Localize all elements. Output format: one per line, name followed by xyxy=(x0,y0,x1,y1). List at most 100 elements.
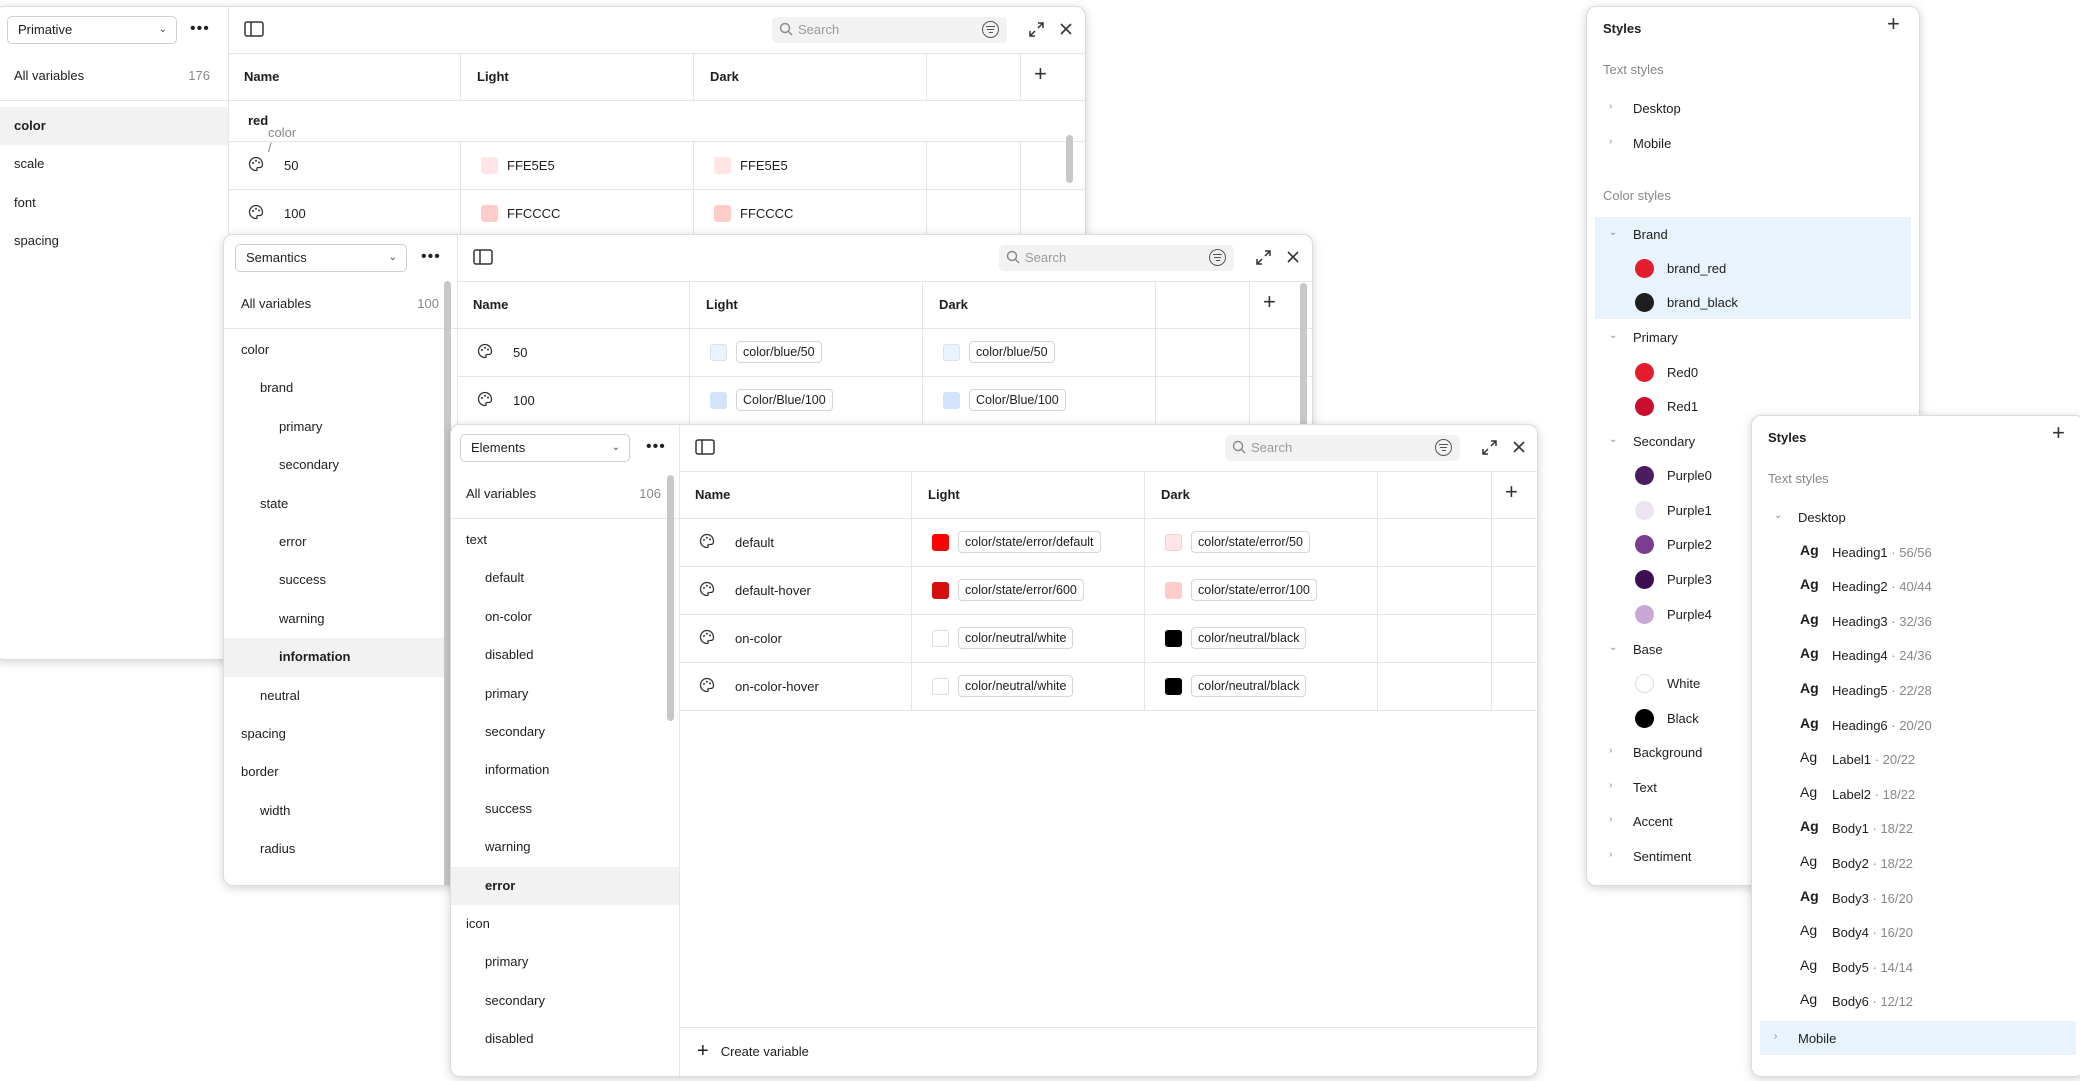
group-item-information[interactable]: information xyxy=(224,638,457,677)
color-swatch[interactable] xyxy=(481,205,498,222)
group-item-icon-secondary[interactable]: secondary xyxy=(451,982,679,1020)
color-swatch[interactable] xyxy=(1165,630,1182,647)
text-style-item[interactable]: Ag Body2 · 18/22 xyxy=(1760,846,2076,880)
group-item-color[interactable]: color xyxy=(0,107,228,146)
group-item-icon[interactable]: icon xyxy=(451,905,679,943)
color-swatch[interactable] xyxy=(1165,582,1182,599)
search-input[interactable]: Search xyxy=(1225,435,1460,461)
group-item-icon-disabled[interactable]: disabled xyxy=(451,1020,679,1058)
table-row[interactable]: default color/state/error/default color/… xyxy=(679,519,1537,567)
text-style-item[interactable]: Ag Heading4 · 24/36 xyxy=(1760,638,2076,672)
search-input[interactable]: Search xyxy=(999,245,1234,271)
dark-value[interactable]: color/blue/50 xyxy=(969,341,1055,363)
color-style-item[interactable]: Red0 xyxy=(1595,355,1911,389)
close-icon[interactable] xyxy=(1058,21,1074,37)
dark-value[interactable]: FFCCCC xyxy=(740,206,793,221)
all-variables-item[interactable]: All variables 106 xyxy=(451,471,679,519)
group-item-neutral[interactable]: neutral xyxy=(224,677,457,715)
group-item-brand[interactable]: brand xyxy=(224,369,457,407)
add-style-icon[interactable]: + xyxy=(1887,11,1900,37)
color-style-item[interactable]: brand_red xyxy=(1595,251,1911,285)
group-item-error[interactable]: error xyxy=(451,866,679,905)
table-row[interactable]: 100 Color/Blue/100 Color/Blue/100 xyxy=(457,377,1312,425)
sidebar-toggle-icon[interactable] xyxy=(695,439,715,455)
group-item-radius[interactable]: radius xyxy=(224,830,457,868)
color-swatch[interactable] xyxy=(932,534,949,551)
text-style-item[interactable]: Ag Label1 · 20/22 xyxy=(1760,742,2076,776)
text-style-item[interactable]: Ag Body5 · 14/14 xyxy=(1760,950,2076,984)
color-swatch[interactable] xyxy=(1165,678,1182,695)
group-item-text[interactable]: text xyxy=(451,521,679,559)
text-style-item[interactable]: Ag Heading3 · 32/36 xyxy=(1760,604,2076,638)
dark-value[interactable]: FFE5E5 xyxy=(740,158,788,173)
all-variables-item[interactable]: All variables 100 xyxy=(224,281,457,329)
more-options-icon[interactable]: ••• xyxy=(646,438,666,456)
color-swatch[interactable] xyxy=(714,157,731,174)
group-item-warning[interactable]: warning xyxy=(224,600,457,638)
light-value[interactable]: Color/Blue/100 xyxy=(736,389,833,411)
color-swatch[interactable] xyxy=(1165,534,1182,551)
color-swatch[interactable] xyxy=(714,205,731,222)
add-column-icon[interactable]: + xyxy=(1263,289,1276,315)
group-item-disabled[interactable]: disabled xyxy=(451,636,679,674)
style-group-desktop[interactable]: ⌄ Desktop xyxy=(1760,500,2076,534)
light-value[interactable]: color/blue/50 xyxy=(736,341,822,363)
light-value[interactable]: color/state/error/600 xyxy=(958,579,1084,601)
collection-dropdown[interactable]: Semantics ⌄ xyxy=(235,244,407,272)
group-item-success[interactable]: success xyxy=(451,790,679,828)
light-value[interactable]: color/neutral/white xyxy=(958,627,1074,649)
group-item-font[interactable]: font xyxy=(0,184,228,222)
group-item-scale[interactable]: scale xyxy=(0,145,228,183)
color-swatch[interactable] xyxy=(932,630,949,647)
style-group-mobile[interactable]: › Mobile xyxy=(1760,1021,2076,1055)
more-options-icon[interactable]: ••• xyxy=(421,248,441,266)
table-row[interactable]: default-hover color/state/error/600 colo… xyxy=(679,567,1537,615)
expand-icon[interactable] xyxy=(1255,249,1272,266)
table-row[interactable]: on-color-hover color/neutral/white color… xyxy=(679,663,1537,711)
filter-icon[interactable] xyxy=(982,21,999,38)
table-row[interactable]: 100 FFCCCC FFCCCC xyxy=(228,190,1085,238)
style-group-desktop[interactable]: › Desktop xyxy=(1595,91,1911,125)
text-style-item[interactable]: Ag Heading6 · 20/20 xyxy=(1760,708,2076,742)
light-value[interactable]: FFCCCC xyxy=(507,206,560,221)
light-value[interactable]: color/state/error/default xyxy=(958,531,1101,553)
filter-icon[interactable] xyxy=(1435,439,1452,456)
group-item-warning[interactable]: warning xyxy=(451,828,679,866)
style-group-brand[interactable]: ⌄ Brand xyxy=(1595,217,1911,251)
color-style-item[interactable]: brand_black xyxy=(1595,285,1911,319)
more-options-icon[interactable]: ••• xyxy=(190,20,210,38)
close-icon[interactable] xyxy=(1511,439,1527,455)
scrollbar[interactable] xyxy=(667,475,674,721)
create-variable-button[interactable]: + Create variable xyxy=(697,1040,809,1063)
light-value[interactable]: color/neutral/white xyxy=(958,675,1074,697)
collection-dropdown[interactable]: Elements ⌄ xyxy=(460,434,630,462)
color-swatch[interactable] xyxy=(943,344,960,361)
group-item-default[interactable]: default xyxy=(451,559,679,597)
dark-value[interactable]: Color/Blue/100 xyxy=(969,389,1066,411)
dark-value[interactable]: color/neutral/black xyxy=(1191,675,1307,697)
filter-icon[interactable] xyxy=(1209,249,1226,266)
text-style-item[interactable]: Ag Heading2 · 40/44 xyxy=(1760,569,2076,603)
text-style-item[interactable]: Ag Body1 · 18/22 xyxy=(1760,811,2076,845)
table-row[interactable]: on-color color/neutral/white color/neutr… xyxy=(679,615,1537,663)
collection-dropdown[interactable]: Primative ⌄ xyxy=(7,16,177,44)
text-style-item[interactable]: Ag Label2 · 18/22 xyxy=(1760,777,2076,811)
group-item-border[interactable]: border xyxy=(224,753,457,791)
group-item-on-color[interactable]: on-color xyxy=(451,598,679,636)
light-value[interactable]: FFE5E5 xyxy=(507,158,555,173)
style-group-primary[interactable]: ⌄ Primary xyxy=(1595,320,1911,354)
text-style-item[interactable]: Ag Body4 · 16/20 xyxy=(1760,915,2076,949)
text-style-item[interactable]: Ag Body3 · 16/20 xyxy=(1760,881,2076,915)
color-swatch[interactable] xyxy=(710,344,727,361)
group-item-color[interactable]: color xyxy=(224,331,457,369)
group-item-success[interactable]: success xyxy=(224,561,457,599)
sidebar-toggle-icon[interactable] xyxy=(244,21,264,37)
color-swatch[interactable] xyxy=(710,392,727,409)
dark-value[interactable]: color/state/error/100 xyxy=(1191,579,1317,601)
group-item-spacing[interactable]: spacing xyxy=(224,715,457,753)
color-swatch[interactable] xyxy=(943,392,960,409)
group-item-icon-primary[interactable]: primary xyxy=(451,943,679,981)
expand-icon[interactable] xyxy=(1028,21,1045,38)
all-variables-item[interactable]: All variables 176 xyxy=(0,53,228,101)
dark-value[interactable]: color/state/error/50 xyxy=(1191,531,1310,553)
